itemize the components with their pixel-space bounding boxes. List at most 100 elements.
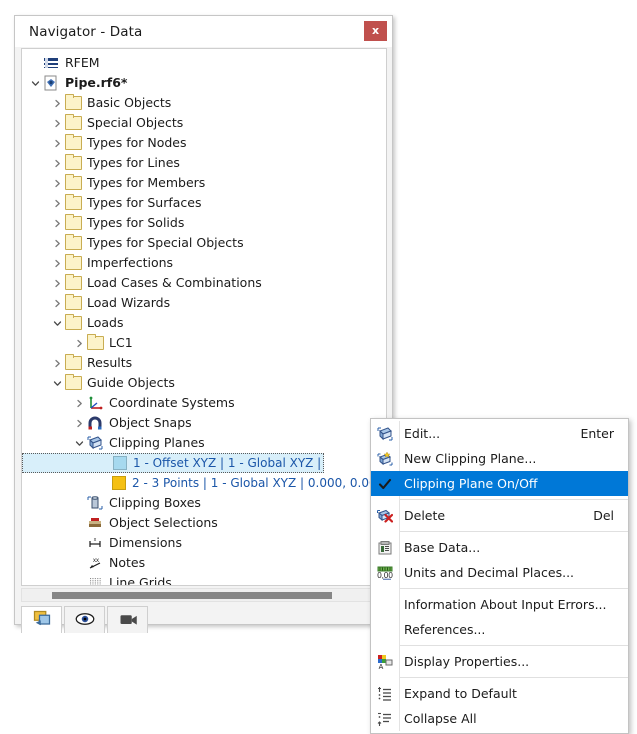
svg-text:A: A — [379, 664, 384, 670]
tree-item-types-for-nodes[interactable]: Types for Nodes — [22, 133, 386, 153]
chevron-right-icon[interactable] — [50, 93, 64, 113]
menu-item-label: Expand to Default — [404, 686, 517, 701]
display-navigator-tab[interactable] — [64, 606, 105, 633]
tree-item-object-selections[interactable]: Object Selections — [22, 513, 386, 533]
tree-item-types-for-lines[interactable]: Types for Lines — [22, 153, 386, 173]
menu-item-label: Base Data... — [404, 540, 481, 555]
tree-item-label: Guide Objects — [87, 375, 175, 390]
chevron-down-icon[interactable] — [50, 373, 64, 393]
tree-item-load-wizards[interactable]: Load Wizards — [22, 293, 386, 313]
tree-item-rfem[interactable]: RFEM — [22, 53, 386, 73]
check-icon — [371, 471, 399, 496]
tree-item-label: Clipping Boxes — [109, 495, 201, 510]
data-navigator-tab[interactable] — [21, 606, 62, 633]
views-navigator-tab[interactable] — [107, 606, 148, 633]
menu-item-information-about-input-errors[interactable]: Information About Input Errors... — [371, 592, 628, 617]
tree-item-label: Loads — [87, 315, 124, 330]
tree-item-types-for-surfaces[interactable]: Types for Surfaces — [22, 193, 386, 213]
folder-icon — [64, 94, 82, 112]
menu-item-label: References... — [404, 622, 486, 637]
tree-item-lc1[interactable]: LC1 — [22, 333, 386, 353]
chevron-right-icon[interactable] — [50, 213, 64, 233]
chevron-down-icon[interactable] — [72, 433, 86, 453]
menu-item-expand-to-default[interactable]: Expand to Default — [371, 681, 628, 706]
tree-item-loads[interactable]: Loads — [22, 313, 386, 333]
folder-icon — [64, 174, 82, 192]
tree-item-coordinate-systems[interactable]: Coordinate Systems — [22, 393, 386, 413]
chevron-right-icon[interactable] — [50, 293, 64, 313]
menu-item-label: Display Properties... — [404, 654, 530, 669]
tree-item-load-cases-combinations[interactable]: Load Cases & Combinations — [22, 273, 386, 293]
chevron-right-icon[interactable] — [50, 193, 64, 213]
chevron-right-icon[interactable] — [50, 253, 64, 273]
chevron-down-icon[interactable] — [28, 73, 42, 93]
chevron-right-icon[interactable] — [50, 233, 64, 253]
chevron-down-icon[interactable] — [50, 313, 64, 333]
tree-item-line-grids[interactable]: Line Grids — [22, 573, 386, 585]
dimensions-icon: x — [86, 534, 104, 552]
chevron-right-icon[interactable] — [72, 393, 86, 413]
chevron-right-icon[interactable] — [50, 173, 64, 193]
notes-icon: xx — [86, 554, 104, 572]
tree-item-label: Notes — [109, 555, 146, 570]
clipping-plane-row-1[interactable]: 1 - Offset XYZ | 1 - Global XYZ | 0.000,… — [22, 453, 324, 473]
menu-icon-slot — [371, 617, 399, 642]
navigator-tree-panel[interactable]: RFEM Pipe.rf6* Basic Objects Special Object… — [21, 48, 387, 586]
tree-item-basic-objects[interactable]: Basic Objects — [22, 93, 386, 113]
menu-separator — [400, 499, 628, 500]
chevron-right-icon[interactable] — [50, 353, 64, 373]
tree-item-label: Object Snaps — [109, 415, 192, 430]
tree-item-label: Load Cases & Combinations — [87, 275, 262, 290]
line-grids-icon — [86, 574, 104, 585]
tree-item-pipe-rf6[interactable]: Pipe.rf6* — [22, 73, 386, 93]
menu-item-units-and-decimal-places[interactable]: 0,00 Units and Decimal Places... — [371, 560, 628, 585]
coordinate-systems-icon — [86, 394, 104, 412]
horizontal-scrollbar[interactable] — [21, 588, 387, 602]
tree-item-types-for-members[interactable]: Types for Members — [22, 173, 386, 193]
menu-item-delete[interactable]: Delete Del — [371, 503, 628, 528]
chevron-right-icon[interactable] — [72, 413, 86, 433]
close-icon[interactable]: x — [364, 21, 387, 41]
folder-icon — [64, 214, 82, 232]
tree-item-label: RFEM — [65, 55, 100, 70]
clipping-plane-row-2[interactable]: 2 - 3 Points | 1 - Global XYZ | 0.000, 0… — [22, 473, 386, 493]
chevron-right-icon[interactable] — [50, 113, 64, 133]
menu-item-clipping-plane-on-off[interactable]: Clipping Plane On/Off — [371, 471, 628, 496]
new-clipping-plane-icon — [371, 446, 399, 471]
tree-item-label: Basic Objects — [87, 95, 172, 110]
menu-item-references[interactable]: References... — [371, 617, 628, 642]
context-menu[interactable]: Edit... Enter New Clipping Plane... Clippin… — [370, 418, 629, 734]
tree-item-types-for-special-objects[interactable]: Types for Special Objects — [22, 233, 386, 253]
chevron-right-icon[interactable] — [72, 333, 86, 353]
tree-item-types-for-solids[interactable]: Types for Solids — [22, 213, 386, 233]
tree-item-imperfections[interactable]: Imperfections — [22, 253, 386, 273]
chevron-right-icon[interactable] — [50, 133, 64, 153]
menu-item-collapse-all[interactable]: Collapse All — [371, 706, 628, 731]
menu-item-label: Collapse All — [404, 711, 477, 726]
tree-item-object-snaps[interactable]: Object Snaps — [22, 413, 386, 433]
tree-item-results[interactable]: Results — [22, 353, 386, 373]
chevron-right-icon[interactable] — [50, 273, 64, 293]
object-snaps-icon — [86, 414, 104, 432]
tree-item-clipping-boxes[interactable]: Clipping Boxes — [22, 493, 386, 513]
tree-item-dimensions[interactable]: x Dimensions — [22, 533, 386, 553]
folder-icon — [64, 354, 82, 372]
folder-icon — [64, 234, 82, 252]
folder-icon — [64, 294, 82, 312]
clipping-plane-label: 1 - Offset XYZ | 1 - Global XYZ | 0.000,… — [133, 456, 323, 470]
menu-item-base-data[interactable]: Base Data... — [371, 535, 628, 560]
tree-item-label: Types for Surfaces — [87, 195, 202, 210]
menu-item-edit[interactable]: Edit... Enter — [371, 421, 628, 446]
chevron-right-icon[interactable] — [50, 153, 64, 173]
object-selections-icon — [86, 514, 104, 532]
svg-text:0,00: 0,00 — [377, 571, 393, 580]
tree-item-special-objects[interactable]: Special Objects — [22, 113, 386, 133]
menu-item-new-clipping-plane[interactable]: New Clipping Plane... — [371, 446, 628, 471]
tree-item-clipping-planes[interactable]: Clipping Planes — [22, 433, 386, 453]
tree-item-label: Coordinate Systems — [109, 395, 235, 410]
rfem-flag-icon — [42, 54, 60, 72]
scrollbar-thumb[interactable] — [52, 592, 332, 599]
menu-item-display-properties[interactable]: A Display Properties... — [371, 649, 628, 674]
tree-item-guide-objects[interactable]: Guide Objects — [22, 373, 386, 393]
tree-item-notes[interactable]: xx Notes — [22, 553, 386, 573]
